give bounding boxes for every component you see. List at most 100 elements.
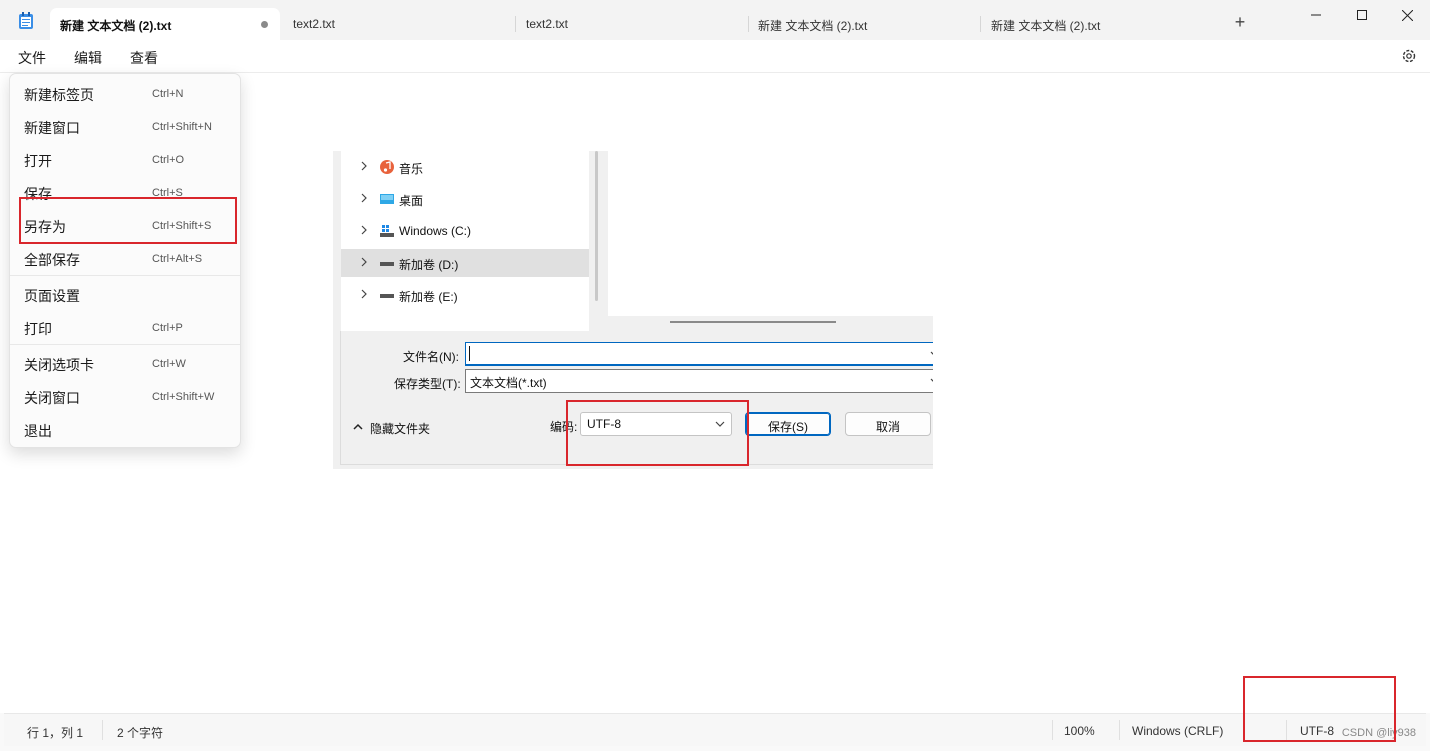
menu-item-exit[interactable]: 退出: [10, 414, 240, 444]
cancel-button[interactable]: 取消: [845, 412, 931, 436]
nav-label: 新加卷 (E:): [399, 290, 458, 304]
file-menu-dropdown: 新建标签页 Ctrl+N 新建窗口 Ctrl+Shift+N 打开 Ctrl+O…: [9, 73, 241, 448]
menu-bar: 文件 编辑 查看: [0, 40, 1430, 73]
tab-label: text2.txt: [293, 17, 336, 31]
menu-item-shortcut: Ctrl+Alt+S: [152, 253, 203, 265]
menu-item-new-tab[interactable]: 新建标签页 Ctrl+N: [10, 78, 240, 108]
menu-item-shortcut: Ctrl+P: [152, 322, 183, 334]
notepad-window: 新建 文本文档 (2).txt text2.txt text2.txt 新建 文…: [0, 0, 1430, 751]
highlight-box-encoding: [566, 400, 749, 466]
horizontal-scrollbar-track[interactable]: [608, 316, 933, 331]
nav-scrollbar[interactable]: [595, 151, 598, 301]
horizontal-scrollbar-thumb[interactable]: [670, 321, 836, 323]
menu-item-label: 打开: [24, 153, 52, 169]
nav-label: 桌面: [399, 194, 424, 208]
menu-item-label: 打印: [24, 321, 52, 337]
character-count: 2 个字符: [117, 726, 164, 740]
hide-folders-toggle[interactable]: 隐藏文件夹: [370, 420, 430, 437]
menu-edit[interactable]: 编辑: [74, 48, 102, 68]
menu-file[interactable]: 文件: [18, 48, 46, 68]
nav-label: 音乐: [399, 162, 424, 176]
menu-item-page-setup[interactable]: 页面设置: [10, 279, 240, 309]
menu-item-print[interactable]: 打印 Ctrl+P: [10, 312, 240, 342]
close-button[interactable]: [1384, 0, 1430, 30]
menu-item-new-window[interactable]: 新建窗口 Ctrl+Shift+N: [10, 111, 240, 141]
tab-label: 新建 文本文档 (2).txt: [60, 19, 172, 33]
filename-label: 文件名(N):: [403, 350, 459, 364]
tab-label: text2.txt: [526, 17, 569, 31]
menu-item-label: 关闭选项卡: [24, 357, 94, 373]
menu-item-shortcut: Ctrl+W: [152, 358, 186, 370]
menu-divider: [10, 344, 240, 345]
minimize-icon: [1311, 14, 1321, 16]
close-icon: [1401, 9, 1413, 21]
filetype-label: 保存类型(T):: [394, 377, 461, 391]
nav-item-drive-e[interactable]: 新加卷 (E:): [341, 281, 589, 309]
tab-active[interactable]: 新建 文本文档 (2).txt: [50, 8, 280, 40]
nav-item-music[interactable]: 音乐: [341, 153, 589, 181]
menu-item-label: 新建标签页: [24, 87, 94, 103]
minimize-button[interactable]: [1293, 0, 1339, 30]
menu-item-shortcut: Ctrl+Shift+W: [152, 391, 215, 403]
menu-item-close-tab[interactable]: 关闭选项卡 Ctrl+W: [10, 348, 240, 378]
new-tab-button[interactable]: +: [1230, 12, 1250, 33]
desktop-icon: [380, 194, 394, 204]
menu-item-label: 新建窗口: [24, 120, 80, 136]
maximize-button[interactable]: [1339, 0, 1385, 30]
unsaved-dot-icon[interactable]: [261, 21, 268, 28]
line-ending[interactable]: Windows (CRLF): [1132, 724, 1223, 738]
chevron-right-icon[interactable]: [359, 289, 369, 299]
cursor-position[interactable]: 行 1，列 1: [27, 724, 83, 741]
chevron-down-icon[interactable]: [930, 377, 933, 385]
windows-drive-icon: [380, 225, 394, 237]
filetype-value: 文本文档(*.txt): [470, 376, 547, 390]
drive-icon: [380, 262, 394, 266]
filename-input[interactable]: [465, 342, 933, 366]
chevron-down-icon[interactable]: [930, 350, 933, 358]
menu-item-label: 退出: [24, 423, 52, 439]
menu-item-shortcut: Ctrl+Shift+N: [152, 121, 212, 133]
title-bar: 新建 文本文档 (2).txt text2.txt text2.txt 新建 文…: [0, 0, 1430, 40]
status-divider: [1052, 720, 1053, 740]
music-icon: [380, 160, 394, 174]
status-bar: 行 1，列 1 2 个字符 100% Windows (CRLF) UTF-8: [4, 713, 1426, 746]
nav-item-desktop[interactable]: 桌面: [341, 185, 589, 213]
tab[interactable]: 新建 文本文档 (2).txt: [748, 8, 978, 40]
text-caret: [469, 346, 470, 361]
tab-label: 新建 文本文档 (2).txt: [758, 19, 868, 33]
chevron-right-icon[interactable]: [359, 161, 369, 171]
chevron-up-icon[interactable]: [353, 423, 363, 431]
tab[interactable]: 新建 文本文档 (2).txt: [981, 8, 1211, 40]
tab[interactable]: text2.txt: [283, 8, 513, 40]
menu-item-label: 关闭窗口: [24, 390, 80, 406]
menu-item-label: 全部保存: [24, 252, 80, 268]
status-divider: [102, 720, 103, 740]
chevron-right-icon[interactable]: [359, 225, 369, 235]
chevron-right-icon[interactable]: [359, 193, 369, 203]
tab[interactable]: text2.txt: [516, 8, 746, 40]
chevron-right-icon[interactable]: [359, 257, 369, 267]
nav-label: 新加卷 (D:): [399, 258, 459, 272]
tab-label: 新建 文本文档 (2).txt: [991, 19, 1101, 33]
menu-item-shortcut: Ctrl+O: [152, 154, 185, 166]
highlight-box-status-encoding: [1243, 676, 1396, 742]
menu-item-save-all[interactable]: 全部保存 Ctrl+Alt+S: [10, 243, 240, 273]
zoom-level[interactable]: 100%: [1064, 724, 1095, 738]
menu-item-close-window[interactable]: 关闭窗口 Ctrl+Shift+W: [10, 381, 240, 411]
highlight-box-save-as: [19, 197, 237, 244]
nav-item-drive-d[interactable]: 新加卷 (D:): [341, 249, 589, 277]
save-button[interactable]: 保存(S): [745, 412, 831, 436]
menu-item-shortcut: Ctrl+N: [152, 88, 184, 100]
menu-view[interactable]: 查看: [130, 48, 158, 68]
gear-icon[interactable]: [1400, 47, 1418, 65]
maximize-icon: [1357, 10, 1367, 20]
status-divider: [1119, 720, 1120, 740]
nav-label: Windows (C:): [399, 224, 472, 238]
menu-divider: [10, 275, 240, 276]
filetype-select[interactable]: 文本文档(*.txt): [465, 369, 933, 393]
file-list-pane[interactable]: [608, 151, 933, 331]
notepad-icon: [19, 12, 33, 29]
menu-item-open[interactable]: 打开 Ctrl+O: [10, 144, 240, 174]
nav-item-drive-c[interactable]: Windows (C:): [341, 217, 589, 245]
menu-item-label: 页面设置: [24, 288, 80, 304]
